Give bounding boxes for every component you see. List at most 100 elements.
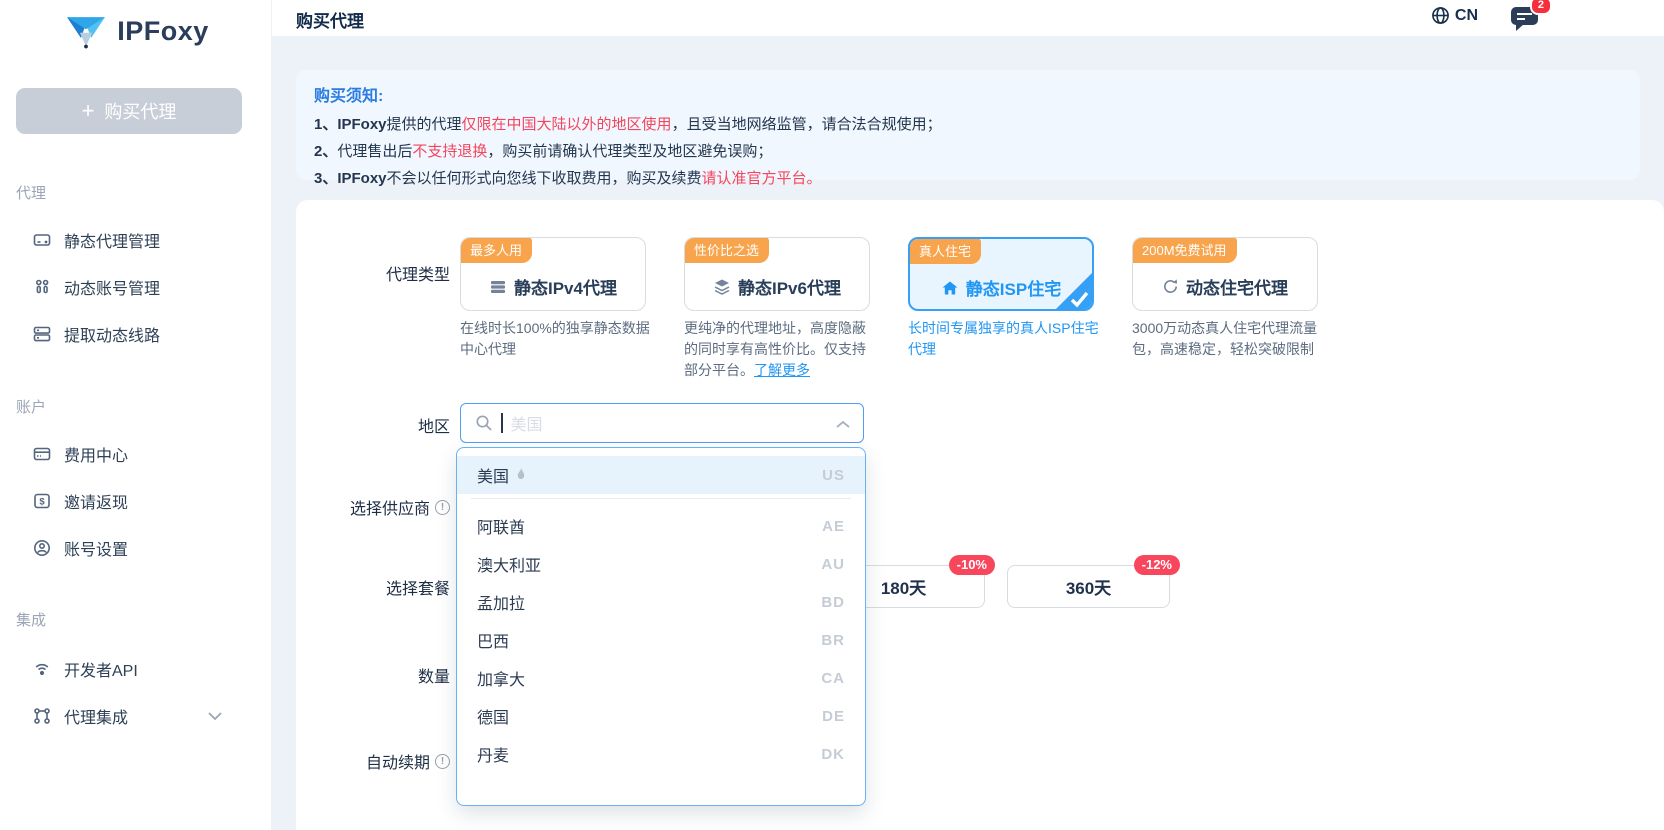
proxy-type-card-ipv4[interactable]: 最多人用 静态IPv4代理 [460,237,646,311]
type-title: 动态住宅代理 [1186,274,1288,299]
sidebar: IPFoxy + 购买代理 代理 静态代理管理 动态账号管理 提取动态线路 账户… [0,0,272,830]
package-duration: 360天 [1066,574,1111,599]
language-switcher[interactable]: CN [1431,6,1478,25]
plus-icon: + [82,100,95,122]
type-badge: 最多人用 [460,237,532,263]
flame-icon [515,468,527,482]
sidebar-item-invite-cashback[interactable]: $ 邀请返现 [32,487,252,515]
divider [471,498,851,499]
text-cursor [501,413,503,433]
label-supplier: 选择供应商 [296,496,450,518]
region-option-bd[interactable]: 孟加拉BD [457,583,865,621]
sidebar-item-proxy-integration[interactable]: 代理集成 [32,702,252,730]
region-option-dk[interactable]: 丹麦DK [457,735,865,773]
buy-proxy-button-label: 购买代理 [104,98,176,124]
sidebar-item-label: 提取动态线路 [64,322,160,346]
purchase-notice: 购买须知: 1、IPFoxy提供的代理仅限在中国大陆以外的地区使用，且受当地网络… [296,70,1640,180]
type-desc-dynamic: 3000万动态真人住宅代理流量包，高速稳定，轻松突破限制 [1132,318,1324,360]
info-icon[interactable] [435,754,450,769]
type-badge: 200M免费试用 [1132,237,1237,263]
proxy-type-card-ipv6[interactable]: 性价比之选 静态IPv6代理 [684,237,870,311]
section-title-integration: 集成 [16,609,46,630]
info-icon[interactable] [435,500,450,515]
notice-line-2: 2、代理售出后不支持退换，购买前请确认代理类型及地区避免误购； [314,138,1622,165]
region-option-au[interactable]: 澳大利亚AU [457,545,865,583]
users-icon [32,277,52,297]
region-placeholder: 美国 [511,411,543,435]
proxy-type-card-dynamic[interactable]: 200M免费试用 动态住宅代理 [1132,237,1318,311]
content-area: 购买须知: 1、IPFoxy提供的代理仅限在中国大陆以外的地区使用，且受当地网络… [272,36,1664,830]
dollar-square-icon: $ [32,491,52,511]
sidebar-item-label: 静态代理管理 [64,228,160,252]
label-package: 选择套餐 [296,576,450,598]
purchase-form-card: 代理类型 地区 选择供应商 选择套餐 数量 自动续期 最多人用 静态IPv4代理… [296,200,1664,830]
user-circle-icon [32,538,52,558]
sidebar-item-static-proxy[interactable]: 静态代理管理 [32,226,252,254]
type-title: 静态ISP住宅 [966,275,1061,300]
api-signal-icon [32,659,52,679]
credit-card-icon [32,444,52,464]
integration-icon [32,706,52,726]
type-title: 静态IPv6代理 [738,274,841,299]
server-icon [489,279,507,295]
chevron-down-icon[interactable] [208,712,222,720]
region-option-ae[interactable]: 阿联酋AE [457,507,865,545]
type-title: 静态IPv4代理 [514,274,617,299]
region-option-us[interactable]: 美国 US [457,456,865,494]
notice-line-1: 1、IPFoxy提供的代理仅限在中国大陆以外的地区使用，且受当地网络监管，请合法… [314,111,1622,138]
message-count-badge: 2 [1530,0,1552,15]
type-desc-ipv4: 在线时长100%的独享静态数据中心代理 [460,318,652,360]
region-option-ca[interactable]: 加拿大CA [457,659,865,697]
sidebar-item-label: 费用中心 [64,442,128,466]
sidebar-item-account-settings[interactable]: 账号设置 [32,534,252,562]
type-badge: 真人住宅 [909,238,981,264]
buy-proxy-button[interactable]: + 购买代理 [16,88,242,134]
label-region: 地区 [296,414,450,436]
sidebar-item-label: 邀请返现 [64,489,128,513]
section-title-proxy: 代理 [16,182,46,203]
package-duration: 180天 [881,574,926,599]
sidebar-item-label: 账号设置 [64,536,128,560]
fox-logo-icon [63,12,109,50]
package-card-360[interactable]: 360天 -12% [1007,565,1170,608]
sidebar-item-developer-api[interactable]: 开发者API [32,655,252,683]
discount-badge: -10% [949,555,995,575]
type-badge: 性价比之选 [684,237,769,263]
type-desc-ipv6: 更纯净的代理地址，高度隐蔽的同时享有高性价比。仅支持部分平台。了解更多 [684,318,876,381]
section-title-account: 账户 [16,396,46,417]
proxy-type-card-isp[interactable]: 真人住宅 静态ISP住宅 [908,237,1094,311]
language-label: CN [1455,7,1478,25]
sidebar-item-extract-lines[interactable]: 提取动态线路 [32,320,252,348]
region-dropdown: 美国 US 阿联酋AE 澳大利亚AU 孟加拉BD 巴西BR 加拿大CA 德国DE… [456,447,866,806]
chevron-up-icon[interactable] [836,421,850,428]
brand-logo[interactable]: IPFoxy [0,12,272,50]
notice-title: 购买须知: [314,82,1622,106]
layers-icon [713,278,731,295]
label-quantity: 数量 [296,664,450,686]
search-icon [475,414,493,432]
sidebar-item-label: 代理集成 [64,704,128,728]
notice-line-3: 3、IPFoxy不会以任何形式向您线下收取费用，购买及续费请认准官方平台。 [314,165,1622,192]
learn-more-link[interactable]: 了解更多 [754,362,810,378]
monitor-icon [32,230,52,250]
brand-name: IPFoxy [117,16,209,47]
sidebar-item-label: 动态账号管理 [64,275,160,299]
page-title: 购买代理 [296,7,364,32]
label-proxy-type: 代理类型 [296,262,450,284]
selected-check-icon [1055,272,1093,310]
refresh-icon [1162,278,1179,295]
discount-badge: -12% [1134,555,1180,575]
globe-icon [1431,6,1450,25]
home-icon [941,280,959,296]
type-desc-isp: 长时间专属独享的真人ISP住宅代理 [908,318,1100,360]
top-bar: 购买代理 CN 2 [272,0,1664,36]
sidebar-item-label: 开发者API [64,657,138,681]
sidebar-item-billing-center[interactable]: 费用中心 [32,440,252,468]
svg-text:$: $ [39,497,45,508]
region-search-input[interactable]: 美国 [460,403,864,443]
server-rows-icon [32,324,52,344]
region-option-br[interactable]: 巴西BR [457,621,865,659]
label-auto-renew: 自动续期 [296,750,450,772]
region-option-de[interactable]: 德国DE [457,697,865,735]
sidebar-item-dynamic-accounts[interactable]: 动态账号管理 [32,273,252,301]
